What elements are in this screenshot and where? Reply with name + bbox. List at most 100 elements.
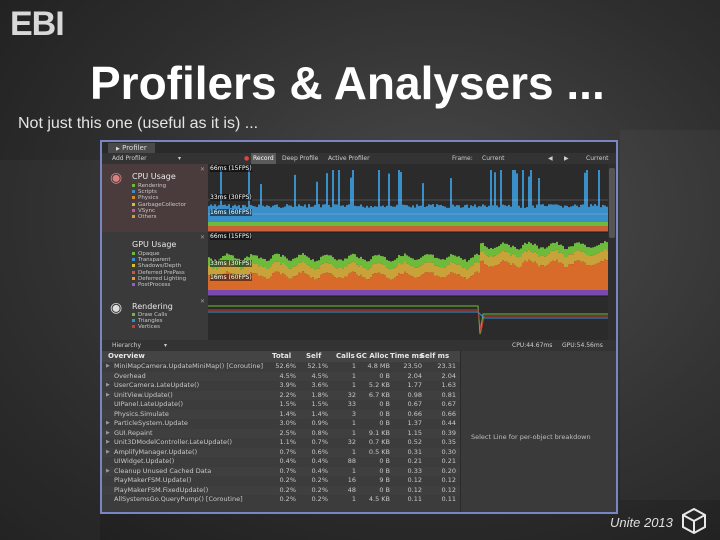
table-row[interactable]: UIWidget.Update() 0.4% 0.4% 88 0 B 0.21 0.21	[102, 457, 460, 467]
gpu-bar-opaque	[546, 247, 548, 256]
graph-scrollbar[interactable]	[608, 164, 616, 340]
gpu-bar-deferred	[364, 277, 366, 290]
table-row[interactable]: ▶ Cleanup Unused Cached Data 0.7% 0.4% 1 0 B0…	[102, 466, 460, 477]
gpu-usage-section[interactable]: ✕ GPU Usage Opaque Transparent Shadows/D…	[102, 232, 208, 296]
gpu-bar-postprocess	[284, 290, 286, 296]
cpu-bar-scripts	[448, 207, 450, 224]
gpu-bar-deferred	[304, 272, 306, 290]
scrollbar-thumb[interactable]	[609, 168, 615, 238]
expand-arrow-icon[interactable]: ▶	[106, 362, 112, 372]
gpu-bar-opaque	[314, 261, 316, 270]
close-icon[interactable]: ✕	[200, 298, 205, 305]
cpu-bar-scripts	[420, 205, 422, 224]
gpu-bar-opaque	[540, 247, 542, 256]
column-header-self-ms[interactable]: Self ms	[420, 351, 458, 362]
gpu-bar-postprocess	[428, 290, 430, 296]
cpu-bar-rendering	[432, 222, 434, 226]
gpu-bar-deferred	[302, 271, 304, 290]
gpu-bar-shadows	[410, 265, 412, 276]
gpu-bar-postprocess	[418, 290, 420, 296]
gpu-bar-postprocess	[266, 290, 268, 296]
table-row[interactable]: ▶ AmplifyManager.Update() 0.7% 0.6% 1 0.5 KB 0…	[102, 447, 460, 458]
cpu-usage-section[interactable]: ◉ ✕ CPU Usage Rendering Scripts Physics …	[102, 164, 208, 232]
rendering-section[interactable]: ◉ ✕ Rendering Draw Calls Triangles Verti…	[102, 296, 208, 340]
expand-arrow-icon[interactable]: ▶	[106, 391, 112, 401]
cpu-bar-physics	[586, 226, 588, 232]
chevron-down-icon[interactable]: ▾	[164, 340, 167, 351]
table-row[interactable]: ▶ UserCamera.LateUpdate() 3.9% 3.6% 1 5.2 KB 1…	[102, 381, 460, 391]
close-icon[interactable]: ✕	[200, 234, 205, 241]
column-header-gc-alloc[interactable]: GC Alloc	[356, 351, 390, 362]
row-self-ms: 0.12	[441, 485, 456, 494]
column-header-self[interactable]: Self	[306, 351, 330, 362]
column-header-overview[interactable]: Overview	[108, 351, 258, 362]
cpu-bar-scripts	[544, 205, 546, 224]
cpu-bar-rendering	[398, 222, 400, 226]
gpu-bar-opaque	[464, 259, 466, 268]
close-icon[interactable]: ✕	[200, 166, 205, 173]
expand-arrow-icon[interactable]: ▶	[106, 438, 112, 448]
table-row[interactable]: ▶ Unit3DModelController.LateUpdate() 1.1% 0…	[102, 438, 460, 448]
gpu-bar-shadows	[574, 251, 576, 262]
current-frame-button[interactable]: Current	[586, 153, 609, 164]
gpu-bar-opaque	[508, 244, 510, 253]
cpu-bar-rendering	[236, 222, 238, 226]
gpu-bar-deferred	[532, 262, 534, 290]
table-row[interactable]: UIPanel.LateUpdate() 1.5% 1.5% 33 0 B 0.67 0.6…	[102, 400, 460, 410]
table-row[interactable]: ▶ MiniMapCamera.UpdateMiniMap() [Coroutin…	[102, 362, 460, 372]
tab-profiler[interactable]: ▶ Profiler	[108, 143, 155, 153]
active-profiler-dropdown[interactable]: Active Profiler	[328, 153, 370, 164]
gpu-bar-deferred	[410, 275, 412, 290]
cpu-bar-scripts	[262, 205, 264, 224]
gpu-bar-postprocess	[410, 290, 412, 296]
gpu-bar-deferred	[490, 266, 492, 290]
cpu-bar-physics	[292, 226, 294, 232]
table-row[interactable]: PlayMakerFSM.FixedUpdate() 0.2% 0.2% 48 0 B0…	[102, 485, 460, 495]
table-row[interactable]: Overhead 4.5% 4.5% 1 0 B 2.04 2.04	[102, 371, 460, 381]
table-row[interactable]: ▶ UnitView.Update() 2.2% 1.8% 32 6.7 KB 0.98 0.…	[102, 390, 460, 401]
gpu-bar-shadows	[454, 263, 456, 274]
table-row[interactable]: ▶ ParticleSystem.Update 3.0% 0.9% 1 0 B 1.37 0.…	[102, 419, 460, 429]
gpu-bar-opaque	[410, 257, 412, 266]
cpu-bar-rendering	[548, 222, 550, 226]
legend-item: PostProcess	[132, 282, 186, 288]
cpu-bar-scripts	[382, 205, 384, 224]
gpu-bar-postprocess	[258, 290, 260, 296]
next-frame-icon[interactable]: ▶	[564, 153, 569, 164]
gpu-bar-postprocess	[568, 290, 570, 296]
gpu-bar-shadows	[422, 264, 424, 275]
gpu-bar-postprocess	[594, 290, 596, 296]
column-header-time-ms[interactable]: Time ms	[390, 351, 424, 362]
table-row[interactable]: AllSystemsGo.QueryPump() [Coroutine] 0.2%…	[102, 495, 460, 505]
deep-profile-button[interactable]: Deep Profile	[282, 153, 318, 164]
gpu-bar-shadows	[340, 267, 342, 278]
hierarchy-dropdown[interactable]: Hierarchy	[112, 340, 141, 351]
cpu-bar-physics	[228, 226, 230, 232]
profiler-window: ▶ Profiler Add Profiler ▾ ● Record Deep …	[100, 140, 618, 514]
add-profiler-dropdown[interactable]: Add Profiler	[112, 153, 147, 164]
expand-arrow-icon[interactable]: ▶	[106, 419, 112, 429]
gpu-bar-shadows	[504, 251, 506, 262]
prev-frame-icon[interactable]: ◀	[548, 153, 553, 164]
table-row[interactable]: PlayMakerFSM.Update() 0.2% 0.2% 16 9 B 0.12 0.…	[102, 476, 460, 486]
cpu-bar-scripts	[394, 206, 396, 224]
table-row[interactable]: Physics.Simulate 1.4% 1.4% 3 0 B 0.66 0.66	[102, 409, 460, 419]
cpu-bar-physics	[524, 226, 526, 232]
chevron-down-icon[interactable]: ▾	[178, 153, 181, 164]
gpu-bar-deferred	[416, 277, 418, 290]
gpu-bar-deferred	[460, 276, 462, 290]
record-button[interactable]: Record	[251, 153, 276, 164]
expand-arrow-icon[interactable]: ▶	[106, 429, 112, 439]
cpu-bar-physics	[402, 226, 404, 232]
cpu-bar-physics	[400, 226, 402, 232]
expand-arrow-icon[interactable]: ▶	[106, 467, 112, 477]
gpu-bar-deferred	[566, 267, 568, 290]
cpu-bar-rendering	[360, 222, 362, 226]
expand-arrow-icon[interactable]: ▶	[106, 448, 112, 458]
profiler-graphs[interactable]: 66ms (15FPS) 33ms (30FPS) 16ms (60FPS) 6…	[208, 164, 608, 340]
expand-arrow-icon[interactable]: ▶	[106, 381, 112, 391]
column-header-total[interactable]: Total	[272, 351, 298, 362]
table-row[interactable]: ▶ GUI.Repaint 2.5% 0.8% 1 9.1 KB 1.15 0.39	[102, 428, 460, 439]
cpu-bar-scripts	[502, 204, 504, 224]
row-self-ms: 0.39	[441, 428, 456, 437]
